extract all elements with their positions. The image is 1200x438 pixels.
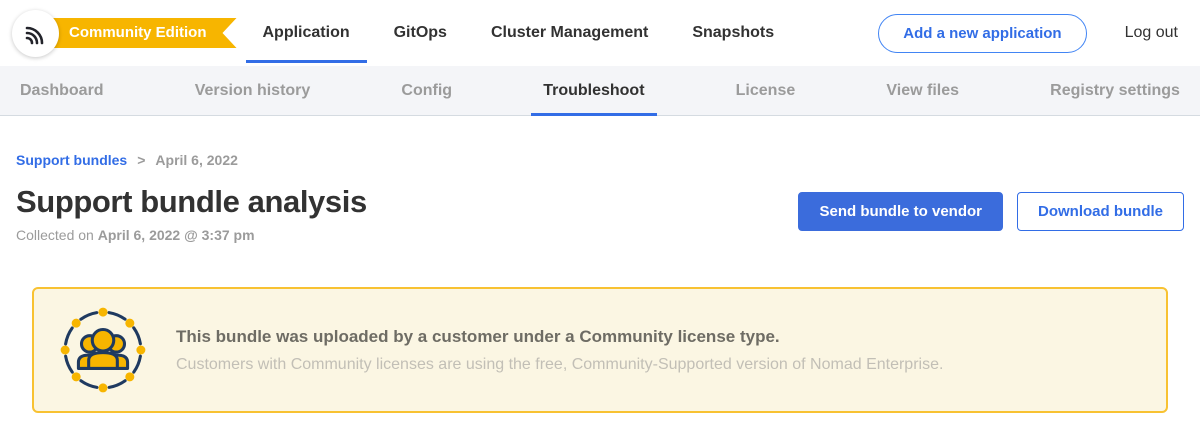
collected-timestamp: Collected on April 6, 2022 @ 3:37 pm — [16, 227, 367, 243]
collected-date: April 6, 2022 @ 3:37 pm — [98, 227, 255, 243]
banner-subtitle: Customers with Community licenses are us… — [176, 356, 943, 374]
breadcrumb-current: April 6, 2022 — [155, 152, 238, 168]
top-navbar: Community Edition Application GitOps Clu… — [0, 0, 1200, 66]
community-users-icon — [60, 307, 146, 393]
subnav-item-troubleshoot[interactable]: Troubleshoot — [543, 66, 644, 116]
tab-cluster-management[interactable]: Cluster Management — [491, 0, 648, 66]
page-title-block: Support bundle analysis Collected on Apr… — [16, 184, 367, 243]
logout-link[interactable]: Log out — [1125, 24, 1178, 42]
subnav-item-license[interactable]: License — [736, 66, 796, 116]
community-license-banner: This bundle was uploaded by a customer u… — [32, 287, 1168, 413]
community-edition-badge: Community Edition — [47, 18, 237, 48]
page-title: Support bundle analysis — [16, 184, 367, 220]
breadcrumb-separator: > — [137, 152, 145, 168]
banner-title: This bundle was uploaded by a customer u… — [176, 327, 943, 347]
subnav-item-registry-settings[interactable]: Registry settings — [1050, 66, 1180, 116]
add-new-application-button[interactable]: Add a new application — [878, 14, 1086, 53]
subnav-item-view-files[interactable]: View files — [886, 66, 959, 116]
breadcrumb: Support bundles > April 6, 2022 — [16, 152, 1184, 168]
subnav-item-config[interactable]: Config — [401, 66, 452, 116]
tab-application[interactable]: Application — [263, 0, 350, 66]
replicated-logo-icon[interactable] — [12, 10, 59, 57]
subnav-item-dashboard[interactable]: Dashboard — [20, 66, 104, 116]
top-nav-right: Add a new application Log out — [878, 14, 1178, 53]
tab-snapshots[interactable]: Snapshots — [692, 0, 774, 66]
download-bundle-button[interactable]: Download bundle — [1017, 192, 1184, 231]
header-buttons: Send bundle to vendor Download bundle — [798, 192, 1184, 231]
send-bundle-to-vendor-button[interactable]: Send bundle to vendor — [798, 192, 1003, 231]
top-nav-items: Application GitOps Cluster Management Sn… — [263, 0, 775, 66]
collected-prefix: Collected on — [16, 227, 94, 243]
app-subnav: Dashboard Version history Config Trouble… — [0, 66, 1200, 116]
banner-text: This bundle was uploaded by a customer u… — [176, 327, 943, 374]
page-content: Support bundles > April 6, 2022 Support … — [0, 152, 1200, 413]
page-header: Support bundle analysis Collected on Apr… — [16, 184, 1184, 243]
subnav-item-version-history[interactable]: Version history — [195, 66, 311, 116]
breadcrumb-support-bundles-link[interactable]: Support bundles — [16, 152, 127, 168]
tab-gitops[interactable]: GitOps — [394, 0, 447, 66]
